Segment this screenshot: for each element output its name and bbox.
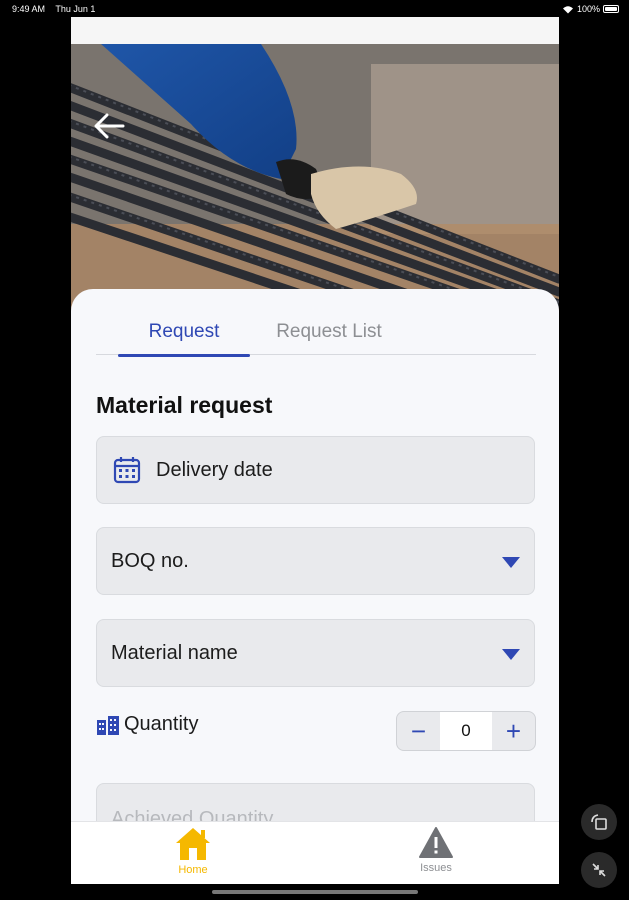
- quantity-label: Quantity: [124, 713, 199, 735]
- wifi-icon: [562, 5, 573, 13]
- tab-request-list[interactable]: Request List: [264, 309, 394, 355]
- app-window: Request Request List Material request De…: [71, 17, 559, 884]
- warning-icon: [419, 827, 453, 858]
- delivery-date-label: Delivery date: [156, 458, 273, 481]
- quantity-value[interactable]: 0: [440, 712, 492, 750]
- back-button[interactable]: [93, 112, 133, 148]
- rotate-icon: [591, 814, 607, 830]
- calendar-icon: [112, 455, 142, 485]
- page-title: Material request: [96, 392, 273, 418]
- nav-issues-label: Issues: [420, 862, 452, 874]
- decrement-button[interactable]: −: [397, 712, 440, 750]
- boq-dropdown[interactable]: BOQ no.: [96, 527, 535, 595]
- collapse-icon: [592, 863, 606, 877]
- tab-bar: Request Request List: [96, 309, 536, 357]
- tab-request-label: Request: [148, 321, 220, 342]
- boq-label: BOQ no.: [111, 549, 189, 572]
- quantity-stepper: − 0 +: [396, 711, 536, 751]
- material-name-dropdown[interactable]: Material name: [96, 619, 535, 687]
- form-card: Request Request List Material request De…: [71, 289, 559, 851]
- top-strip: [71, 17, 559, 44]
- status-time: 9:49 AM: [12, 4, 46, 14]
- increment-button[interactable]: +: [492, 712, 535, 750]
- tab-request-list-label: Request List: [276, 321, 382, 342]
- delivery-date-field[interactable]: Delivery date: [96, 436, 535, 504]
- caret-down-icon: [502, 557, 520, 568]
- status-bar: 9:49 AM Thu Jun 1 100%: [0, 0, 629, 18]
- arrow-left-icon: [94, 113, 125, 139]
- status-date: Thu Jun 1: [55, 4, 96, 14]
- caret-down-icon: [502, 649, 520, 660]
- material-name-label: Material name: [111, 641, 238, 664]
- quantity-label-group: Quantity: [96, 713, 198, 736]
- battery-icon: [603, 5, 619, 13]
- buildings-icon: [97, 715, 119, 735]
- tab-request[interactable]: Request: [118, 309, 250, 357]
- nav-home-label: Home: [178, 864, 208, 876]
- home-indicator[interactable]: [212, 890, 418, 894]
- battery-percent: 100%: [576, 4, 600, 14]
- bottom-nav: Home Issues: [71, 821, 559, 884]
- quantity-row: Quantity − 0 +: [96, 709, 536, 753]
- shrink-button[interactable]: [581, 852, 617, 888]
- nav-home[interactable]: Home: [133, 826, 253, 884]
- home-icon: [176, 828, 210, 860]
- rotate-button[interactable]: [581, 804, 617, 840]
- nav-issues[interactable]: Issues: [376, 826, 496, 884]
